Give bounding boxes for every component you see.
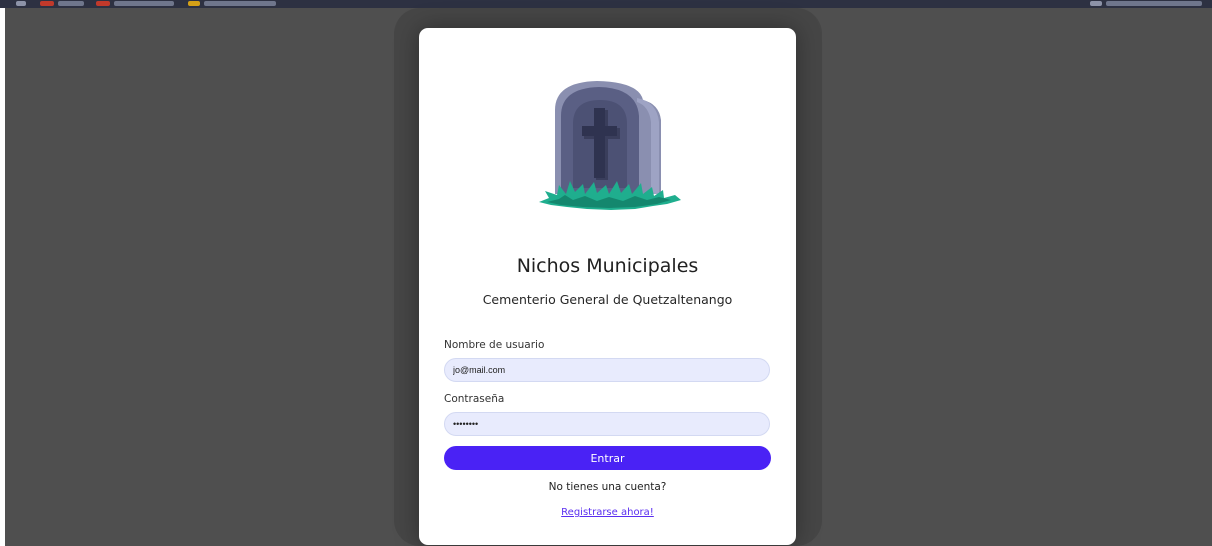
apps-icon[interactable] <box>16 1 26 6</box>
bookmark-item[interactable] <box>58 1 84 6</box>
bookmark-item[interactable] <box>1106 1 1202 6</box>
tombstone-icon <box>539 81 681 210</box>
register-link[interactable]: Registrarse ahora! <box>561 507 654 518</box>
bookmark-favicon[interactable] <box>188 1 200 6</box>
browser-bookmarks-strip <box>0 0 1212 8</box>
login-card: Nichos Municipales Cementerio General de… <box>419 28 796 545</box>
page-subtitle: Cementerio General de Quetzaltenango <box>482 292 733 307</box>
username-label: Nombre de usuario <box>444 339 545 351</box>
folder-icon[interactable] <box>1090 1 1102 6</box>
password-label: Contraseña <box>444 393 505 405</box>
bookmark-item[interactable] <box>114 1 174 6</box>
bookmark-item[interactable] <box>204 1 276 6</box>
username-input[interactable] <box>444 358 770 382</box>
register-link-wrapper: Registrarse ahora! <box>419 506 796 520</box>
password-input[interactable] <box>444 412 770 436</box>
login-button[interactable]: Entrar <box>444 446 771 470</box>
bookmark-favicon[interactable] <box>96 1 110 6</box>
bookmark-favicon[interactable] <box>40 1 54 6</box>
no-account-text: No tienes una cuenta? <box>548 481 667 493</box>
page-title: Nichos Municipales <box>516 255 699 277</box>
